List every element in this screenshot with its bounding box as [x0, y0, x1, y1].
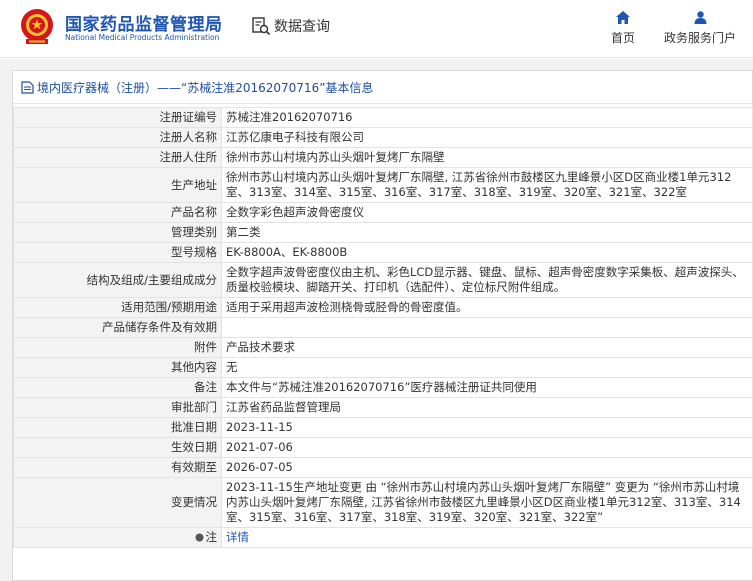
breadcrumb: 境内医疗器械（注册）——“苏械注准20162070716”基本信息 [13, 71, 752, 104]
table-row-note: 注详情 [13, 527, 753, 548]
field-label: 注册人名称 [13, 127, 222, 148]
field-value [221, 317, 753, 338]
bullet-dot-icon [195, 533, 203, 541]
field-label: 其他内容 [13, 357, 222, 378]
table-row: 注册人住所 徐州市苏山村境内苏山头烟叶复烤厂东隔壁 [13, 147, 753, 168]
table-row: 生产地址 徐州市苏山村境内苏山头烟叶复烤厂东隔壁, 江苏省徐州市鼓楼区九里峰景小区… [13, 167, 753, 203]
field-value: 适用于采用超声波检测桡骨或胫骨的骨密度值。 [221, 297, 753, 318]
registration-info-table: 注册证编号 苏械注准20162070716 注册人名称 江苏亿康电子科技有限公司 注册人… [13, 107, 753, 548]
field-value: EK-8800A、EK-8800B [221, 242, 753, 263]
table-row: 结构及组成/主要组成成分 全数字超声波骨密度仪由主机、彩色LCD显示器、键盘、鼠标… [13, 262, 753, 298]
field-label: 审批部门 [13, 397, 222, 418]
field-label: 适用范围/预期用途 [13, 297, 222, 318]
table-row: 审批部门 江苏省药品监督管理局 [13, 397, 753, 418]
detail-link[interactable]: 详情 [226, 530, 249, 544]
field-value: 2023-11-15生产地址变更 由 “徐州市苏山村境内苏山头烟叶复烤厂东隔壁”… [221, 477, 753, 528]
table-row: 生效日期 2021-07-06 [13, 437, 753, 458]
field-value: 无 [221, 357, 753, 378]
field-label: 批准日期 [13, 417, 222, 438]
field-label: 型号规格 [13, 242, 222, 263]
table-row: 备注 本文件与“苏械注准20162070716”医疗器械注册证共同使用 [13, 377, 753, 398]
field-label: 生效日期 [13, 437, 222, 458]
nav-home-label: 首页 [611, 31, 636, 45]
field-value: 产品技术要求 [221, 337, 753, 358]
field-label: 注册人住所 [13, 147, 222, 168]
field-value: 本文件与“苏械注准20162070716”医疗器械注册证共同使用 [221, 377, 753, 398]
table-row: 管理类别 第二类 [13, 222, 753, 243]
user-icon [694, 11, 706, 24]
field-value: 2026-07-05 [221, 457, 753, 478]
data-query-label: 数据查询 [274, 19, 330, 35]
field-value: 2021-07-06 [221, 437, 753, 458]
note-label-text: 注 [205, 529, 218, 544]
field-value: 徐州市苏山村境内苏山头烟叶复烤厂东隔壁, 江苏省徐州市鼓楼区九里峰景小区D区商业… [221, 167, 753, 203]
data-query-link[interactable]: 数据查询 [251, 16, 330, 36]
table-row: 附件 产品技术要求 [13, 337, 753, 358]
table-row: 变更情况 2023-11-15生产地址变更 由 “徐州市苏山村境内苏山头烟叶复烤厂… [13, 477, 753, 528]
field-label-note: 注 [13, 527, 222, 548]
field-label: 管理类别 [13, 222, 222, 243]
field-value: 2023-11-15 [221, 417, 753, 438]
site-subtitle: National Medical Products Administration [65, 33, 220, 42]
document-icon [21, 80, 34, 94]
national-emblem-icon [21, 9, 53, 44]
field-value: 苏械注准20162070716 [221, 107, 753, 128]
table-row: 注册人名称 江苏亿康电子科技有限公司 [13, 127, 753, 148]
table-row: 注册证编号 苏械注准20162070716 [13, 107, 753, 128]
nav-home[interactable]: 首页 [611, 11, 635, 46]
top-header: 国家药品监督管理局 National Medical Products Admi… [0, 0, 753, 58]
table-row: 型号规格 EK-8800A、EK-8800B [13, 242, 753, 263]
field-value: 全数字超声波骨密度仪由主机、彩色LCD显示器、键盘、鼠标、超声骨密度数字采集板、… [221, 262, 753, 298]
field-label: 备注 [13, 377, 222, 398]
table-row: 批准日期 2023-11-15 [13, 417, 753, 438]
nav-gov-portal-label: 政务服务门户 [664, 31, 737, 45]
field-value: 徐州市苏山村境内苏山头烟叶复烤厂东隔壁 [221, 147, 753, 168]
site-title[interactable]: 国家药品监督管理局 [65, 10, 223, 35]
table-row: 适用范围/预期用途 适用于采用超声波检测桡骨或胫骨的骨密度值。 [13, 297, 753, 318]
table-row: 产品储存条件及有效期 [13, 317, 753, 338]
breadcrumb-text: 境内医疗器械（注册）——“苏械注准20162070716”基本信息 [37, 80, 374, 95]
field-label: 变更情况 [13, 477, 222, 528]
field-value: 全数字彩色超声波骨密度仪 [221, 202, 753, 223]
nav-gov-portal[interactable]: 政务服务门户 [664, 11, 736, 46]
field-label: 附件 [13, 337, 222, 358]
field-label: 生产地址 [13, 167, 222, 203]
field-value: 江苏省药品监督管理局 [221, 397, 753, 418]
field-label: 产品名称 [13, 202, 222, 223]
data-search-icon [252, 17, 271, 36]
home-icon [616, 11, 630, 24]
table-row: 其他内容无 [13, 357, 753, 378]
field-value-note: 详情 [221, 527, 753, 548]
field-label: 有效期至 [13, 457, 222, 478]
field-label: 注册证编号 [13, 107, 222, 128]
field-label: 结构及组成/主要组成成分 [13, 262, 222, 298]
note-label: 注 [195, 529, 218, 545]
field-value: 江苏亿康电子科技有限公司 [221, 127, 753, 148]
table-row: 有效期至 2026-07-05 [13, 457, 753, 478]
field-label: 产品储存条件及有效期 [13, 317, 222, 338]
field-value: 第二类 [221, 222, 753, 243]
table-row: 产品名称 全数字彩色超声波骨密度仪 [13, 202, 753, 223]
